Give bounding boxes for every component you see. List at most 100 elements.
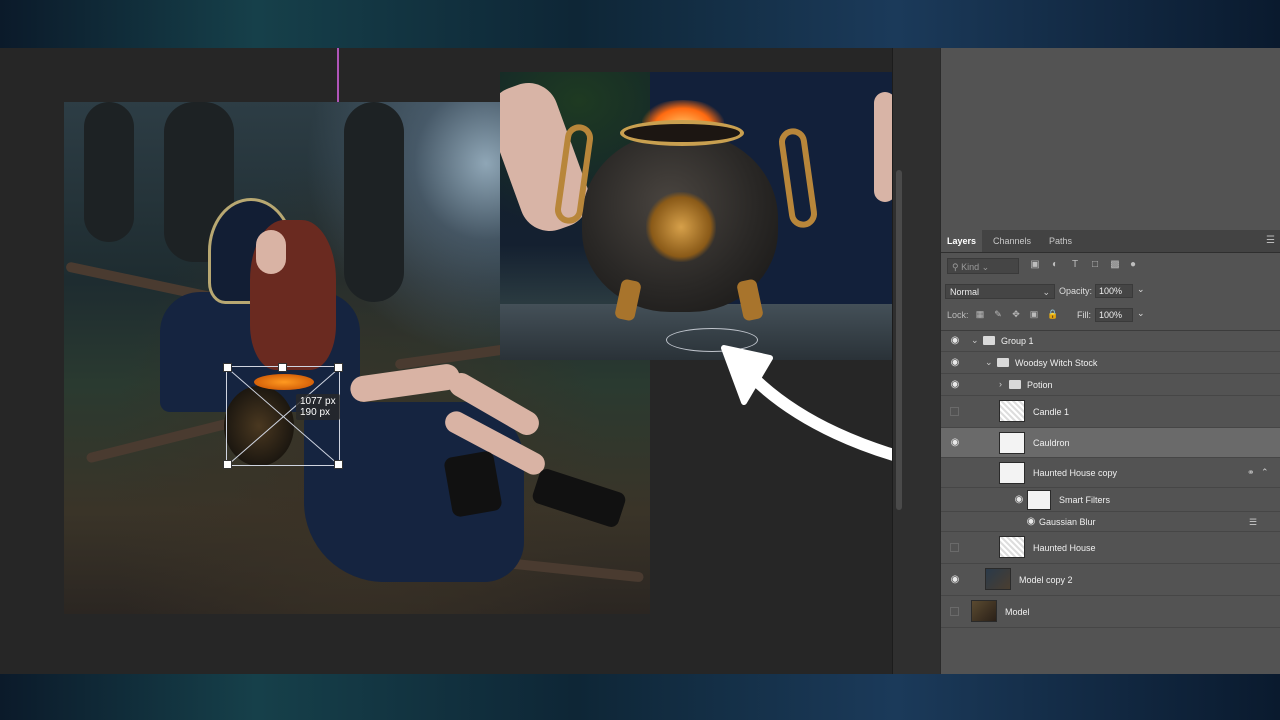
layer-row-model-copy-2[interactable]: ◉ Model copy 2 [941,564,1280,596]
layer-name: Potion [1027,380,1053,390]
lock-position-icon[interactable]: ✥ [1011,309,1021,319]
zoomed-cauldron-inset [500,72,894,360]
inset-right-hand [874,92,894,202]
layer-name: Woodsy Witch Stock [1015,358,1098,368]
layer-name: Haunted House [1033,543,1096,553]
panel-tabs: Layers Channels Paths ☰ [941,230,1280,253]
layer-name: Haunted House copy [1033,468,1118,478]
shape-filter-icon[interactable]: □ [1089,259,1101,271]
panel-menu-icon[interactable]: ☰ [1266,235,1275,246]
lock-artboard-icon[interactable]: ▣ [1029,309,1039,319]
opacity-field[interactable]: 100% [1095,284,1133,298]
tooltip-width: 1077 px [300,396,336,407]
video-bottom-band [0,674,1280,720]
lock-transparency-icon[interactable]: ▦ [975,309,985,319]
folder-icon [983,336,995,345]
layer-name: Cauldron [1033,438,1070,448]
tab-channels[interactable]: Channels [987,230,1037,252]
witch-boot [443,450,503,518]
transform-handle-top[interactable] [278,363,287,372]
layer-name: Group 1 [1001,336,1034,346]
eye-icon[interactable]: ◉ [949,358,961,368]
layer-name: Candle 1 [1033,407,1070,417]
video-top-band [0,0,1280,48]
witch-face [256,230,286,274]
layer-thumbnail [999,536,1025,558]
lock-brush-icon[interactable]: ✎ [993,309,1003,319]
eye-icon[interactable]: ◉ [949,336,961,346]
tab-layers[interactable]: Layers [941,230,983,252]
filter-kind-select[interactable]: ⚲ Kind ⌄ [947,258,1019,274]
layer-row-gaussian-blur[interactable]: ◉ Gaussian Blur ☰ [941,512,1280,532]
smart-object-thumbnail [999,432,1025,454]
chevron-up-icon[interactable]: ⌃ [1261,467,1269,478]
layer-row-model[interactable]: Model [941,596,1280,628]
layer-thumbnail [971,600,997,622]
layer-row-woodsy-witch-stock[interactable]: ◉ ⌄ Woodsy Witch Stock [941,352,1280,374]
eye-icon[interactable]: ◉ [1013,495,1025,505]
chevron-down-icon[interactable]: ⌄ [1137,284,1145,295]
eye-icon[interactable]: ◉ [949,438,961,448]
layer-row-haunted-house-copy[interactable]: Haunted House copy ⚭ ⌃ [941,458,1280,488]
layer-name: Smart Filters [1059,495,1111,505]
transform-handle-bottom-right[interactable] [334,460,343,469]
filter-options-icon[interactable]: ☰ [1249,517,1257,528]
layer-row-candle-1[interactable]: Candle 1 [941,396,1280,428]
layer-thumbnail [985,568,1011,590]
transform-handle-top-right[interactable] [334,363,343,372]
transform-size-tooltip: 1077 px 190 px [296,394,340,420]
type-filter-icon[interactable]: T [1069,259,1081,271]
eye-icon[interactable]: ◉ [1025,517,1037,527]
transform-handle-bottom-left[interactable] [223,460,232,469]
adjustment-filter-icon[interactable]: ◐ [1049,259,1061,271]
layer-row-cauldron[interactable]: ◉ Cauldron [941,428,1280,458]
layer-filter-row: ⚲ Kind ⌄ ▣ ◐ T □ ▩ ● [947,258,1273,276]
opacity-label: Opacity: [1059,286,1093,296]
canvas-scrollbar[interactable] [896,170,902,510]
tab-paths[interactable]: Paths [1043,230,1078,252]
layer-thumbnail [999,400,1025,422]
image-filter-icon[interactable]: ▣ [1029,259,1041,271]
filter-kind-label: Kind [961,262,980,272]
visibility-off-box[interactable] [950,407,959,416]
smart-filter-link-icon[interactable]: ⚭ [1247,467,1255,478]
filter-toggle-icon[interactable]: ● [1127,259,1139,271]
eye-icon[interactable]: ◉ [949,575,961,585]
visibility-off-box[interactable] [950,543,959,552]
tooltip-height: 190 px [300,407,331,418]
blend-mode-value: Normal [950,287,980,297]
chevron-down-icon[interactable]: ⌄ [1137,308,1145,319]
chevron-down-icon[interactable]: ⌄ [985,357,993,368]
inset-cauldron-rim [620,120,744,146]
lock-label: Lock: [947,310,969,320]
witch-leg [348,362,462,404]
tree-trunk [84,102,134,242]
tree-trunk [344,102,404,302]
fill-field[interactable]: 100% [1095,308,1133,322]
folder-icon [997,358,1009,367]
folder-icon [1009,380,1021,389]
chevron-down-icon[interactable]: ⌄ [971,335,979,346]
smart-object-filter-icon[interactable]: ▩ [1109,259,1121,271]
properties-panel [940,48,1280,226]
smart-object-thumbnail [999,462,1025,484]
filter-mask-thumbnail [1027,490,1051,510]
layer-row-smart-filters[interactable]: ◉ Smart Filters [941,488,1280,512]
layer-row-haunted-house[interactable]: Haunted House [941,532,1280,564]
lock-all-icon[interactable]: 🔒 [1047,309,1058,319]
transform-handle-top-left[interactable] [223,363,232,372]
witch-boot [530,466,628,530]
layers-panel: Layers Channels Paths ☰ ⚲ Kind ⌄ ▣ ◐ T □… [940,226,1280,674]
layer-row-group-1[interactable]: ◉ ⌄ Group 1 [941,330,1280,352]
inset-ornament [646,192,716,262]
blend-mode-select[interactable]: Normal ⌄ [945,284,1055,299]
fill-label: Fill: [1077,310,1091,320]
chevron-down-icon: ⌄ [1042,287,1050,297]
visibility-off-box[interactable] [950,607,959,616]
layer-name: Gaussian Blur [1039,517,1096,527]
eye-icon[interactable]: ◉ [949,380,961,390]
layer-name: Model copy 2 [1019,575,1073,585]
layer-row-potion[interactable]: ◉ › Potion [941,374,1280,396]
layer-name: Model [1005,607,1030,617]
chevron-right-icon[interactable]: › [999,379,1002,389]
